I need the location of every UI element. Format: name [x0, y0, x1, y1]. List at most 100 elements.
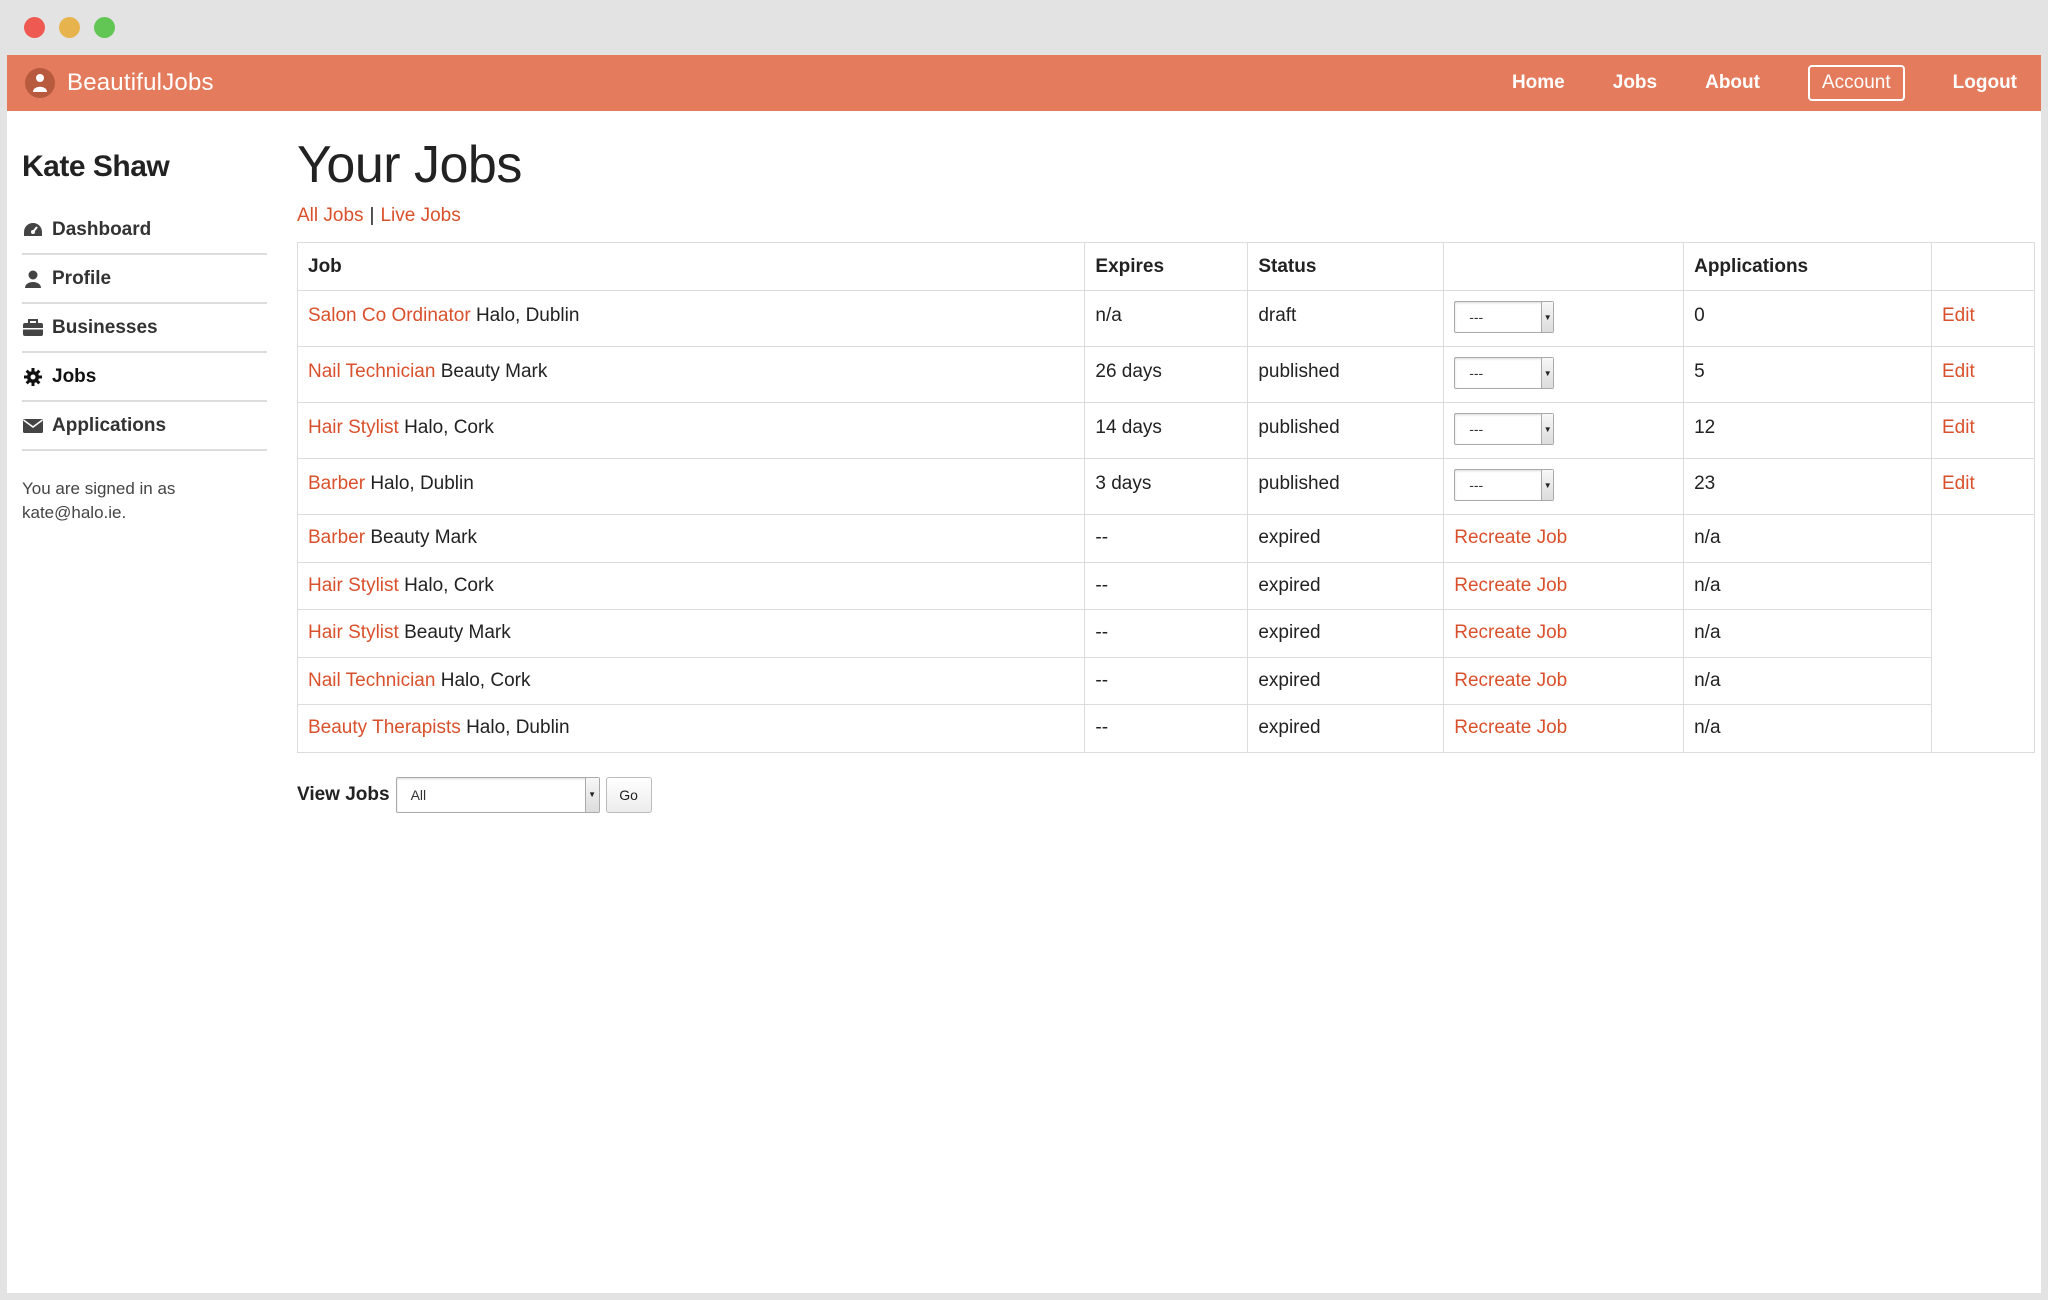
expires-cell: -- [1084, 561, 1248, 610]
go-button[interactable]: Go [605, 776, 652, 813]
recreate-job-link[interactable]: Recreate Job [1454, 575, 1567, 596]
job-action-select[interactable]: --- ▼ [1454, 301, 1555, 333]
job-action-select[interactable]: --- ▼ [1454, 413, 1555, 445]
sidebar-item-businesses[interactable]: Businesses [22, 304, 267, 353]
job-business: Halo, Dublin [466, 717, 570, 739]
job-business: Halo, Dublin [475, 305, 580, 326]
job-cell: Hair Stylist Halo, Cork [297, 561, 1085, 610]
table-row: Salon Co Ordinator Halo, Dublin n/a draf… [297, 290, 2035, 347]
job-title-link[interactable]: Nail Technician [308, 361, 435, 382]
job-title-link[interactable]: Hair Stylist [308, 417, 399, 438]
brand-name: BeautifulJobs [67, 69, 214, 96]
applications-cell: 0 [1683, 290, 1932, 347]
browser-window: BeautifulJobs Home Jobs About Account Lo… [0, 0, 2048, 1300]
job-title-link[interactable]: Barber [308, 473, 365, 494]
table-header-row: Job Expires Status Applications [297, 242, 2035, 291]
job-title-link[interactable]: Nail Technician [308, 670, 435, 691]
sidebar-item-profile[interactable]: Profile [22, 255, 267, 304]
job-action-select[interactable]: --- ▼ [1454, 357, 1555, 389]
action-cell: --- ▼ [1443, 290, 1684, 347]
select-value: All [410, 786, 427, 803]
job-title-link[interactable]: Hair Stylist [308, 622, 399, 643]
applications-cell: n/a [1683, 561, 1932, 610]
status-cell: published [1247, 402, 1444, 459]
nav-home[interactable]: Home [1488, 72, 1589, 94]
job-title-link[interactable]: Beauty Therapists [308, 717, 461, 738]
sidebar-item-dashboard[interactable]: Dashboard [22, 206, 267, 255]
page-viewport: BeautifulJobs Home Jobs About Account Lo… [7, 55, 2041, 1293]
view-jobs-form: View Jobs All ▼ Go [297, 776, 2035, 813]
applications-cell: n/a [1683, 704, 1932, 752]
chevron-down-icon: ▼ [1541, 302, 1554, 332]
select-value: --- [1469, 421, 1484, 437]
sidebar-item-label: Dashboard [52, 218, 152, 240]
chevron-down-icon: ▼ [1541, 470, 1554, 500]
chevron-down-icon: ▼ [584, 777, 599, 812]
job-cell: Hair Stylist Beauty Mark [297, 609, 1085, 657]
signed-in-text: You are signed in as [22, 479, 176, 498]
edit-job-link[interactable]: Edit [1942, 305, 1975, 326]
job-cell: Beauty Therapists Halo, Dublin [297, 704, 1085, 752]
nav-account-button[interactable]: Account [1807, 65, 1905, 101]
edit-job-link[interactable]: Edit [1942, 417, 1975, 438]
title-bar [0, 0, 2048, 55]
close-window-button[interactable] [24, 17, 45, 38]
status-cell: expired [1247, 561, 1444, 610]
job-cell: Salon Co Ordinator Halo, Dublin [297, 290, 1085, 347]
view-jobs-select[interactable]: All ▼ [395, 776, 600, 813]
edit-job-link[interactable]: Edit [1942, 473, 1975, 494]
nav-logout[interactable]: Logout [1929, 72, 2041, 94]
zoom-window-button[interactable] [94, 17, 115, 38]
column-header-applications: Applications [1683, 242, 1932, 291]
column-header-edit [1931, 242, 2035, 291]
nav-links: Home Jobs About Account Logout [1488, 55, 2041, 111]
job-title-link[interactable]: Salon Co Ordinator [308, 305, 471, 326]
edit-cell: Edit [1931, 290, 2035, 347]
action-cell: Recreate Job [1443, 609, 1684, 657]
main-content: Your Jobs All Jobs | Live Jobs Job Expires [297, 135, 2035, 813]
brand-link[interactable]: BeautifulJobs [25, 67, 214, 99]
sidebar-item-applications[interactable]: Applications [22, 402, 267, 451]
status-cell: published [1247, 458, 1444, 515]
job-cell: Barber Beauty Mark [297, 514, 1085, 562]
status-cell: expired [1247, 609, 1444, 657]
briefcase-icon [22, 317, 44, 339]
table-row: Hair Stylist Beauty Mark -- expired Recr… [297, 609, 2035, 657]
select-value: --- [1469, 477, 1484, 493]
recreate-job-link[interactable]: Recreate Job [1454, 622, 1567, 643]
user-name: Kate Shaw [22, 150, 170, 183]
sidebar-item-label: Applications [52, 414, 167, 436]
job-business: Halo, Cork [440, 669, 531, 691]
action-cell: Recreate Job [1443, 561, 1684, 610]
status-cell: published [1247, 346, 1444, 403]
job-business: Halo, Cork [404, 417, 494, 438]
recreate-job-link[interactable]: Recreate Job [1454, 527, 1567, 548]
job-cell: Nail Technician Halo, Cork [297, 656, 1085, 705]
job-title-link[interactable]: Barber [308, 527, 365, 548]
edit-job-link[interactable]: Edit [1942, 361, 1975, 382]
recreate-job-link[interactable]: Recreate Job [1454, 670, 1567, 691]
status-cell: draft [1247, 290, 1444, 347]
minimize-window-button[interactable] [59, 17, 80, 38]
applications-cell: 23 [1683, 458, 1932, 515]
filter-live-jobs-link[interactable]: Live Jobs [380, 205, 460, 226]
expires-cell: 14 days [1084, 402, 1248, 459]
column-header-action [1443, 242, 1684, 291]
sidebar-item-jobs[interactable]: Jobs [22, 353, 267, 402]
column-header-expires: Expires [1084, 242, 1248, 291]
applications-cell: 5 [1683, 346, 1932, 403]
column-header-job: Job [297, 242, 1085, 291]
job-title-link[interactable]: Hair Stylist [308, 575, 399, 596]
filter-all-jobs-link[interactable]: All Jobs [297, 205, 364, 226]
job-filters: All Jobs | Live Jobs [297, 205, 2035, 233]
select-value: --- [1469, 309, 1484, 325]
sidebar-item-label: Businesses [52, 316, 158, 338]
job-action-select[interactable]: --- ▼ [1454, 469, 1555, 501]
nav-jobs[interactable]: Jobs [1589, 72, 1681, 94]
status-cell: expired [1247, 704, 1444, 752]
job-business: Halo, Dublin [370, 473, 474, 494]
nav-about[interactable]: About [1681, 72, 1784, 94]
recreate-job-link[interactable]: Recreate Job [1454, 717, 1567, 738]
expires-cell: 3 days [1084, 458, 1248, 515]
view-jobs-label: View Jobs [297, 783, 390, 805]
